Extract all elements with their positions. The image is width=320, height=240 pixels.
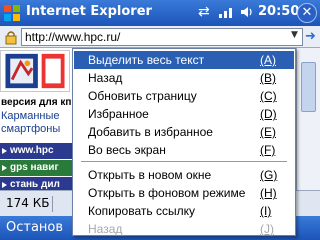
menu-item-label: Избранное [88, 107, 149, 121]
menu-item-copy-link[interactable]: Копировать ссылку (I) [74, 202, 294, 220]
menu-item-shortcut: (J) [260, 222, 274, 236]
app-title: Internet Explorer [26, 4, 152, 19]
menu-item-shortcut: (C) [260, 89, 277, 103]
connectivity-icon[interactable]: ⇄ [198, 4, 210, 20]
scroll-thumb[interactable] [301, 62, 316, 112]
menu-item-label: Открыть в новом окне [88, 168, 212, 182]
menu-item-label: Во весь экран [88, 143, 166, 157]
volume-icon[interactable] [240, 5, 254, 19]
vertical-scrollbar[interactable] [296, 48, 320, 190]
chevron-down-icon[interactable]: ▼ [291, 30, 298, 40]
page-size-status: 174 КБ [6, 196, 50, 210]
menu-item-select-all[interactable]: Выделить весь текст (A) [74, 51, 294, 69]
close-button[interactable]: ✕ [297, 3, 317, 23]
status-divider [52, 196, 53, 212]
menu-item-back-disabled: Назад (J) [74, 220, 294, 238]
menu-item-label: Обновить страницу [88, 89, 197, 103]
stop-softkey[interactable]: Останов [6, 220, 63, 235]
site-logo[interactable] [0, 50, 70, 92]
menu-item-open-new-window[interactable]: Открыть в новом окне (G) [74, 166, 294, 184]
context-menu: Выделить весь текст (A) Назад (B) Обнови… [72, 48, 296, 236]
menu-item-add-favorite[interactable]: Добавить в избранное (E) [74, 123, 294, 141]
menu-item-label: Назад [88, 71, 123, 85]
clock[interactable]: 20:50 [258, 4, 299, 19]
lock-page-icon [5, 31, 17, 45]
menu-item-shortcut: (E) [260, 125, 276, 139]
menu-item-label: Назад [88, 222, 123, 236]
site-tagline: версия для кп [1, 97, 72, 108]
menu-item-back[interactable]: Назад (B) [74, 69, 294, 87]
address-input[interactable]: http://www.hpc.ru/ [21, 28, 303, 46]
address-bar: http://www.hpc.ru/ ▼ ➜ [0, 26, 320, 48]
menu-item-label: Копировать ссылку [88, 204, 195, 218]
windows-start-icon[interactable] [2, 3, 22, 23]
menu-item-shortcut: (D) [260, 107, 277, 121]
site-description-link[interactable]: Карманные смартфоны [1, 110, 81, 136]
nav-link-gps[interactable]: gps навиг [0, 160, 80, 176]
signal-icon[interactable] [218, 5, 236, 19]
menu-item-shortcut: (B) [260, 71, 276, 85]
menu-item-label: Открыть в фоновом режиме [88, 186, 246, 200]
title-bar: Internet Explorer ⇄ 20:50 ✕ [0, 0, 320, 26]
menu-item-shortcut: (A) [260, 53, 276, 67]
menu-separator [81, 161, 287, 162]
menu-item-favorites[interactable]: Избранное (D) [74, 105, 294, 123]
menu-item-full-screen[interactable]: Во весь экран (F) [74, 141, 294, 159]
menu-item-label: Добавить в избранное [88, 125, 213, 139]
nav-link-hpc[interactable]: www.hpc [0, 143, 80, 159]
menu-item-shortcut: (I) [260, 204, 272, 218]
menu-item-shortcut: (G) [260, 168, 278, 182]
menu-item-refresh[interactable]: Обновить страницу (C) [74, 87, 294, 105]
go-arrow-icon[interactable]: ➜ [305, 29, 319, 45]
menu-item-open-background[interactable]: Открыть в фоновом режиме (H) [74, 184, 294, 202]
pocket-ie-screen: Internet Explorer ⇄ 20:50 ✕ http://www.h… [0, 0, 320, 240]
menu-item-shortcut: (F) [260, 143, 276, 157]
nav-link-dealer[interactable]: стань дил [0, 177, 80, 190]
menu-item-shortcut: (H) [260, 186, 277, 200]
menu-item-label: Выделить весь текст [88, 53, 205, 67]
